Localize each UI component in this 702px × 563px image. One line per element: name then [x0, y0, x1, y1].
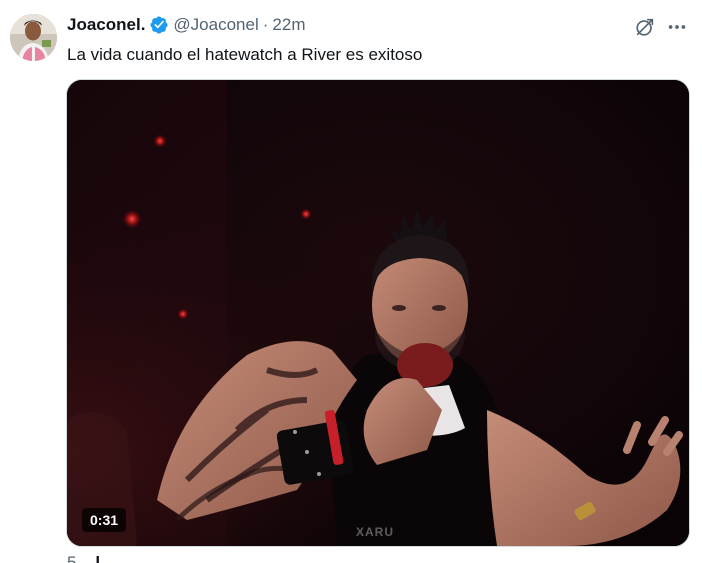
next-name: ...l... [81, 553, 115, 563]
tweet-header: Joaconel. @Joaconel · 22m [67, 14, 305, 36]
tweet-card[interactable]: Joaconel. @Joaconel · 22m La vida cuando… [0, 0, 702, 563]
verified-badge-icon [149, 15, 169, 35]
avatar-image [10, 14, 57, 61]
avatar[interactable] [10, 14, 57, 61]
next-prefix: 5 [67, 553, 77, 563]
video-duration-badge: 0:31 [82, 508, 127, 532]
video-player[interactable]: 0:31 XARU [66, 79, 690, 547]
more-icon[interactable] [666, 16, 688, 38]
timestamp[interactable]: 22m [272, 15, 305, 35]
tweet-text: La vida cuando el hatewatch a River es e… [67, 45, 423, 64]
separator: · [262, 15, 269, 34]
video-watermark: XARU [356, 525, 395, 539]
next-tweet-peek: 5 ...l... [67, 553, 114, 563]
handle[interactable]: @Joaconel [173, 15, 258, 35]
display-name[interactable]: Joaconel. [67, 15, 145, 35]
video-frame [67, 80, 689, 546]
grok-icon[interactable] [634, 16, 656, 38]
